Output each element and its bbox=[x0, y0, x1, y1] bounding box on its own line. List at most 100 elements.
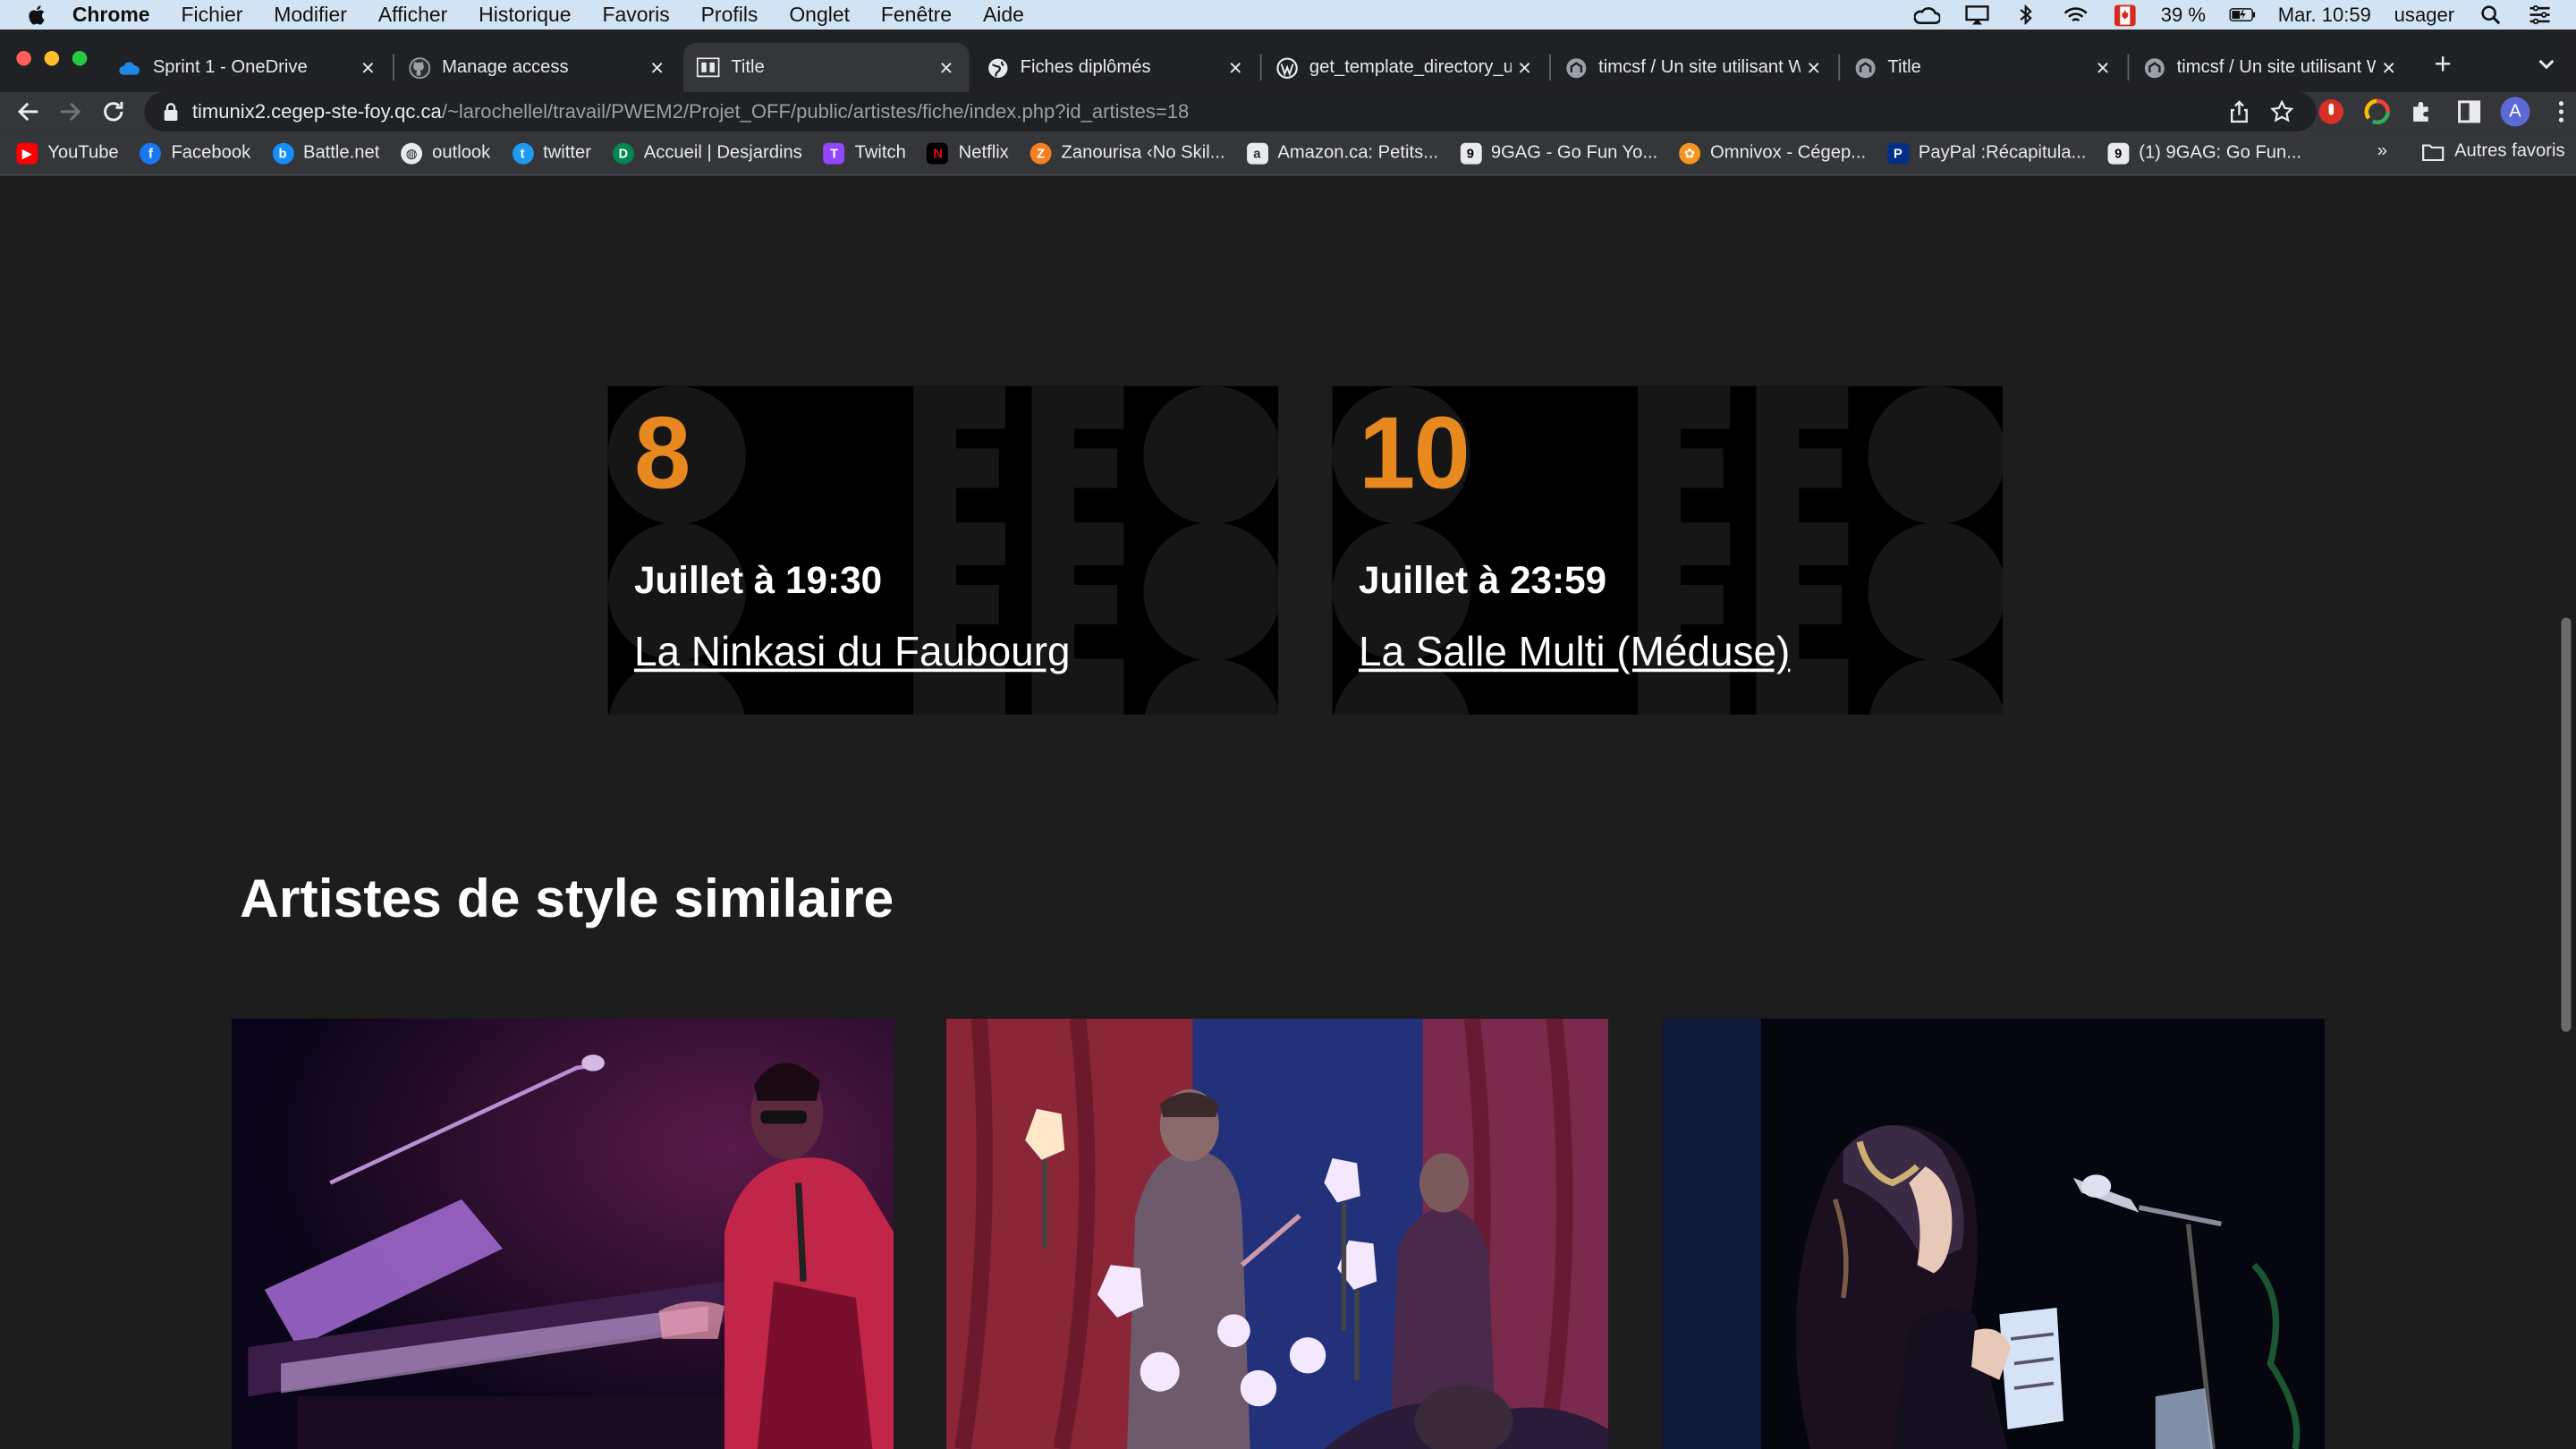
zoom-window-button[interactable] bbox=[72, 50, 88, 66]
menu-clock[interactable]: Mar. 10:59 bbox=[2278, 4, 2371, 27]
menu-favoris[interactable]: Favoris bbox=[602, 4, 669, 27]
menu-afficher[interactable]: Afficher bbox=[378, 4, 447, 27]
tab-timcsf-2[interactable]: timcsf / Un site utilisant W × bbox=[2129, 43, 2411, 92]
close-window-button[interactable] bbox=[16, 50, 31, 66]
address-bar[interactable]: timunix2.cegep-ste-foy.qc.ca /~larochell… bbox=[144, 91, 2317, 131]
page-content: 8 Juillet à 19:30 La Ninkasi du Faubourg… bbox=[0, 177, 2556, 1449]
similar-artist-photo[interactable] bbox=[945, 1018, 1609, 1449]
battery-icon[interactable] bbox=[2228, 5, 2255, 25]
bookmark-battlenet[interactable]: b Battle.net bbox=[272, 141, 380, 164]
event-venue-link[interactable]: La Salle Multi (Méduse) bbox=[1359, 629, 1790, 676]
tab-onedrive[interactable]: Sprint 1 - OneDrive × bbox=[106, 43, 392, 92]
menu-aide[interactable]: Aide bbox=[983, 4, 1024, 27]
wifi-icon[interactable] bbox=[2063, 5, 2089, 25]
amazon-icon: a bbox=[1246, 141, 1268, 164]
tab-search-chevron-icon[interactable] bbox=[2531, 49, 2561, 79]
bookmark-outlook[interactable]: ◍ outlook bbox=[401, 141, 490, 164]
menu-modifier[interactable]: Modifier bbox=[274, 4, 347, 27]
extensions-puzzle-icon[interactable] bbox=[2409, 97, 2438, 126]
spotlight-search-icon[interactable] bbox=[2478, 5, 2504, 25]
bookmark-9gag[interactable]: 9 9GAG - Go Fun Yo... bbox=[1459, 141, 1657, 164]
bookmark-star-icon[interactable] bbox=[2270, 100, 2294, 123]
airplay-icon[interactable] bbox=[1963, 5, 1989, 25]
tab-title-2[interactable]: Title × bbox=[1840, 43, 2126, 92]
menu-profils[interactable]: Profils bbox=[701, 4, 758, 27]
control-center-icon[interactable] bbox=[2527, 4, 2553, 25]
tab-close-icon[interactable]: × bbox=[933, 55, 959, 80]
extension-red-icon[interactable] bbox=[2317, 97, 2346, 126]
tab-manage-access[interactable]: Manage access × bbox=[394, 43, 681, 92]
menu-fenetre[interactable]: Fenêtre bbox=[881, 4, 952, 27]
tab-fiches-diplomes[interactable]: Fiches diplômés × bbox=[972, 43, 1258, 92]
event-month-time: Juillet à 19:30 bbox=[633, 558, 883, 602]
tab-close-icon[interactable]: × bbox=[2376, 55, 2402, 80]
bookmark-label: twitter bbox=[543, 142, 591, 163]
other-bookmarks-folder[interactable]: Autres favoris bbox=[2421, 141, 2565, 161]
reload-icon bbox=[104, 101, 123, 122]
bookmark-twitch[interactable]: T Twitch bbox=[823, 141, 906, 164]
share-icon[interactable] bbox=[2228, 100, 2251, 123]
bookmark-twitter[interactable]: t twitter bbox=[512, 141, 591, 164]
reload-button[interactable] bbox=[97, 96, 130, 129]
bookmark-9gag-2[interactable]: 9 (1) 9GAG: Go Fun... bbox=[2107, 141, 2302, 164]
bookmark-youtube[interactable]: ▶ YouTube bbox=[16, 141, 119, 164]
bookmark-label: Amazon.ca: Petits... bbox=[1277, 142, 1439, 163]
bookmarks-overflow-button[interactable]: » bbox=[2377, 141, 2387, 161]
menu-user[interactable]: usager bbox=[2394, 4, 2454, 27]
bookmark-desjardins[interactable]: D Accueil | Desjardins bbox=[612, 141, 802, 164]
twitch-icon: T bbox=[823, 141, 845, 164]
tab-close-icon[interactable]: × bbox=[2089, 55, 2115, 80]
more-menu-icon[interactable] bbox=[2546, 97, 2576, 126]
tab-close-icon[interactable]: × bbox=[1223, 55, 1249, 80]
tab-title: Title bbox=[1887, 57, 1921, 78]
profile-avatar[interactable]: A bbox=[2500, 97, 2530, 127]
extension-color-icon[interactable] bbox=[2362, 97, 2392, 126]
tab-close-icon[interactable]: × bbox=[1801, 55, 1826, 80]
forward-button[interactable] bbox=[55, 96, 88, 129]
menu-onglet[interactable]: Onglet bbox=[789, 4, 850, 27]
apple-menu-icon[interactable] bbox=[26, 4, 49, 27]
tab-title-active[interactable]: Title × bbox=[683, 42, 970, 92]
wordpress-icon bbox=[1275, 55, 1298, 79]
side-panel-icon[interactable] bbox=[2454, 97, 2484, 126]
tab-close-icon[interactable]: × bbox=[355, 55, 381, 80]
site-logo-icon bbox=[696, 55, 720, 79]
tab-timcsf-1[interactable]: timcsf / Un site utilisant W × bbox=[1551, 43, 1837, 92]
site-icon bbox=[1853, 55, 1877, 79]
bookmark-amazon[interactable]: a Amazon.ca: Petits... bbox=[1246, 141, 1439, 164]
youtube-icon: ▶ bbox=[16, 141, 38, 164]
bookmark-label: Netflix bbox=[958, 142, 1009, 163]
similar-artist-photo[interactable] bbox=[231, 1018, 894, 1449]
menu-historique[interactable]: Historique bbox=[479, 4, 571, 27]
bookmark-facebook[interactable]: f Facebook bbox=[140, 141, 250, 164]
creative-cloud-icon[interactable] bbox=[1914, 5, 1941, 25]
extensions-area: A bbox=[2317, 97, 2576, 127]
bluetooth-icon[interactable] bbox=[2012, 4, 2038, 25]
scrollbar-thumb[interactable] bbox=[2561, 617, 2572, 1032]
lock-icon[interactable] bbox=[163, 102, 179, 122]
bookmark-label: Zanourisa ‹No Skil... bbox=[1061, 142, 1225, 163]
bookmark-label: (1) 9GAG: Go Fun... bbox=[2139, 142, 2302, 163]
tab-get-template-directory[interactable]: get_template_directory_uri × bbox=[1262, 43, 1548, 92]
back-arrow-icon bbox=[17, 102, 38, 122]
folder-icon bbox=[2422, 143, 2445, 161]
tab-close-icon[interactable]: × bbox=[644, 55, 670, 80]
menu-app-name[interactable]: Chrome bbox=[72, 4, 150, 27]
menu-fichier[interactable]: Fichier bbox=[181, 4, 242, 27]
bookmark-label: Omnivox - Cégep... bbox=[1710, 142, 1867, 163]
new-tab-button[interactable]: + bbox=[2428, 49, 2458, 79]
desjardins-icon: D bbox=[612, 141, 634, 164]
bookmark-omnivox[interactable]: ✿ Omnivox - Cégep... bbox=[1679, 141, 1867, 164]
page-scrollbar[interactable] bbox=[2555, 177, 2576, 1449]
event-venue-link[interactable]: La Ninkasi du Faubourg bbox=[634, 629, 1071, 676]
bookmark-netflix[interactable]: N Netflix bbox=[927, 141, 1009, 164]
input-source-flag-icon[interactable] bbox=[2112, 4, 2138, 26]
back-button[interactable] bbox=[12, 96, 45, 129]
tab-close-icon[interactable]: × bbox=[1512, 55, 1538, 80]
bookmark-paypal[interactable]: P PayPal :Récapitula... bbox=[1886, 141, 2086, 164]
minimize-window-button[interactable] bbox=[44, 50, 60, 66]
event-month-time: Juillet à 23:59 bbox=[1358, 558, 1607, 602]
bookmark-zanourisa[interactable]: Z Zanourisa ‹No Skil... bbox=[1030, 141, 1225, 164]
bookmark-label: Battle.net bbox=[302, 142, 380, 163]
similar-artist-photo[interactable] bbox=[1662, 1018, 2325, 1449]
